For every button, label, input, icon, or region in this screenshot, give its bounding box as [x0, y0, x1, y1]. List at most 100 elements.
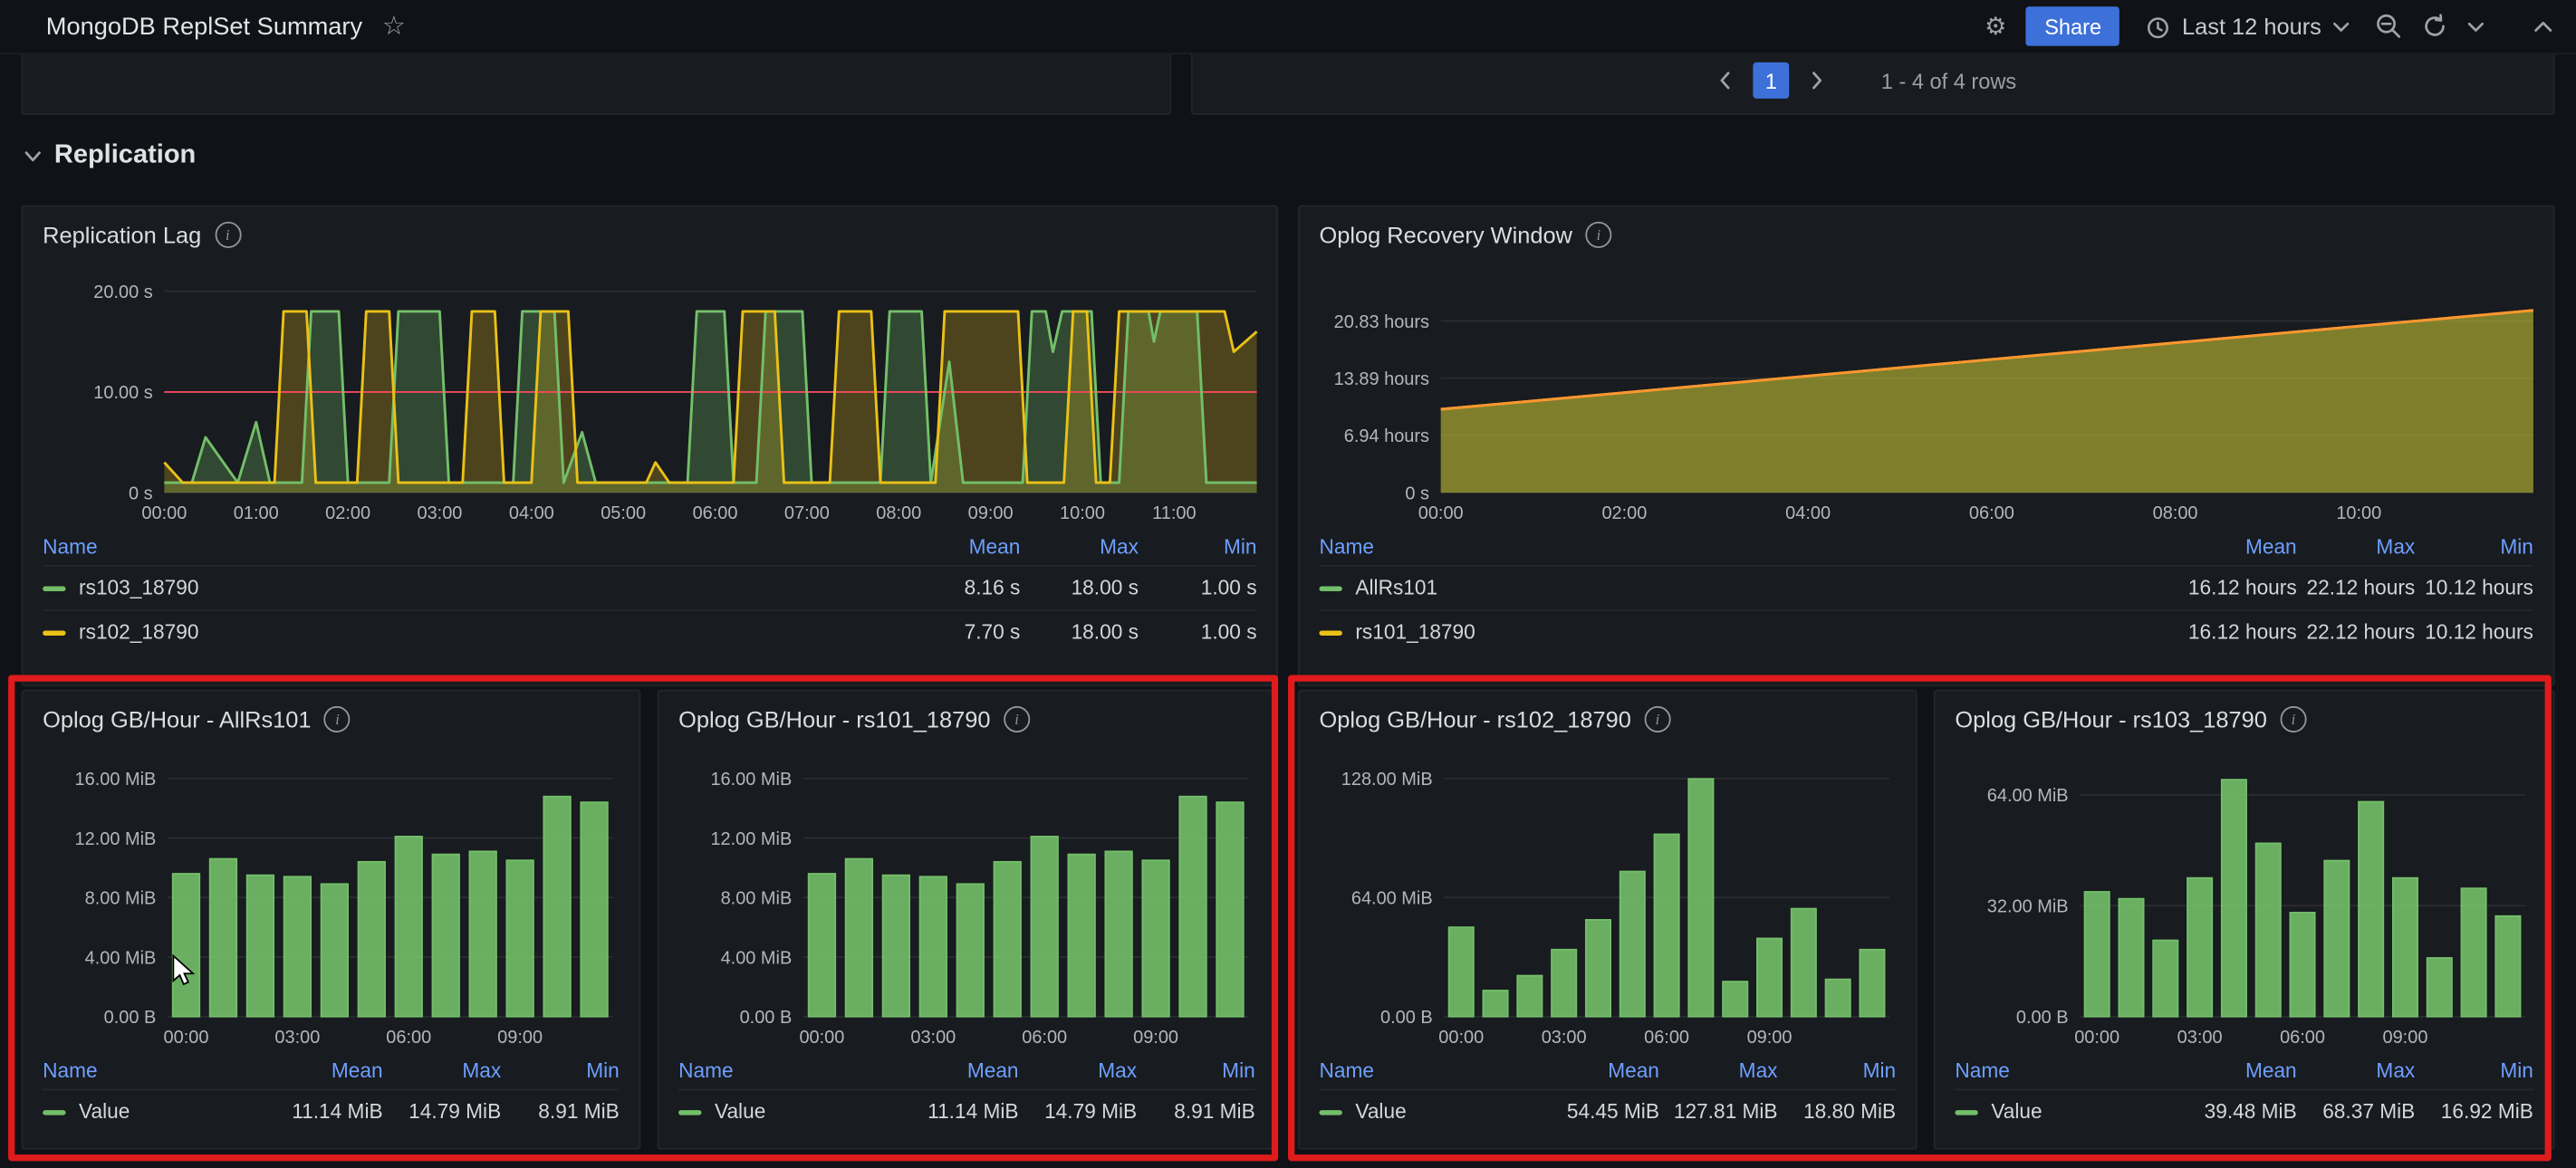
share-button[interactable]: Share	[2026, 6, 2120, 46]
legend-series-toggle[interactable]: AllRs101	[1319, 577, 2178, 599]
series-min: 1.00 s	[1200, 620, 1257, 645]
time-range-picker[interactable]: Last 12 hours	[2139, 14, 2356, 40]
svg-text:04:00: 04:00	[509, 503, 554, 523]
rows-count-label: 1 - 4 of 4 rows	[1880, 68, 2017, 93]
prev-page-button[interactable]	[1710, 62, 1740, 99]
mouse-cursor	[172, 953, 196, 986]
panel-partial-right: 1 1 - 4 of 4 rows	[1191, 53, 2555, 115]
panel-partial-left	[21, 53, 1172, 115]
dashboard-settings-gear-icon[interactable]	[1985, 12, 2006, 42]
svg-text:08:00: 08:00	[2153, 503, 2198, 523]
legend-header-name[interactable]: Name	[1319, 535, 2178, 558]
svg-text:13.89 hours: 13.89 hours	[1334, 369, 1429, 389]
legend: Name Mean Max Min rs103_18790 8.16 s 18.…	[43, 529, 1257, 654]
svg-text:00:00: 00:00	[1418, 503, 1464, 523]
legend-header-row: Name Mean Max Min	[1319, 529, 2533, 565]
legend-header-row: Name Mean Max Min	[43, 529, 1256, 565]
series-mean: 16.12 hours	[2187, 576, 2297, 600]
svg-text:20.83 hours: 20.83 hours	[1334, 312, 1429, 332]
series-mean: 7.70 s	[964, 620, 1021, 645]
panel-replication-lag: Replication Lag 20.00 s 10.00 s 0 s00:00 01…	[21, 205, 1279, 687]
series-color-swatch	[1319, 585, 1342, 591]
series-mean: 8.16 s	[964, 576, 1021, 600]
svg-text:11:00: 11:00	[1152, 503, 1196, 523]
grafana-dashboard: MongoDB ReplSet Summary Share Last 12 ho…	[0, 0, 2576, 1168]
legend-header-mean[interactable]: Mean	[2178, 535, 2297, 558]
series-name: AllRs101	[1355, 576, 1438, 600]
chevron-up-button[interactable]	[2533, 19, 2553, 34]
legend-series-toggle[interactable]: rs103_18790	[43, 577, 902, 599]
svg-text:6.94 hours: 6.94 hours	[1344, 426, 1429, 446]
current-page-button[interactable]: 1	[1753, 62, 1790, 99]
svg-text:01:00: 01:00	[234, 503, 279, 523]
series-color-swatch	[1319, 629, 1342, 636]
svg-text:05:00: 05:00	[601, 503, 646, 523]
panel-oplog-recovery-window: Oplog Recovery Window 20.83 hours 13.89 h…	[1297, 205, 2555, 687]
svg-text:10:00: 10:00	[1060, 503, 1105, 523]
chevron-left-icon	[1720, 72, 1730, 90]
svg-text:20.00 s: 20.00 s	[93, 282, 152, 302]
legend-series-toggle[interactable]: rs101_18790	[1319, 621, 2178, 644]
series-max: 22.12 hours	[2306, 576, 2416, 600]
chevron-down-icon	[2333, 22, 2350, 32]
legend-row: rs101_18790 16.12 hours 22.12 hours 10.1…	[1319, 608, 2533, 654]
svg-text:07:00: 07:00	[784, 503, 830, 523]
chevron-right-icon	[1812, 72, 1822, 90]
series-min: 10.12 hours	[2425, 620, 2533, 645]
dashboard-title: MongoDB ReplSet Summary	[45, 12, 363, 41]
section-collapse-chevron-icon	[24, 151, 41, 162]
svg-text:06:00: 06:00	[1969, 503, 2014, 523]
panel-title: Oplog Recovery Window	[1319, 221, 1572, 248]
series-name: rs101_18790	[1355, 620, 1475, 645]
legend-header-max[interactable]: Max	[1020, 535, 1139, 558]
info-icon[interactable]	[214, 221, 241, 248]
time-range-label: Last 12 hours	[2182, 13, 2321, 40]
svg-text:0 s: 0 s	[1405, 483, 1429, 503]
favorite-star-icon[interactable]	[382, 10, 406, 43]
series-name: rs103_18790	[79, 576, 199, 600]
series-max: 18.00 s	[1071, 620, 1139, 645]
legend-row: AllRs101 16.12 hours 22.12 hours 10.12 h…	[1319, 564, 2533, 609]
svg-text:10:00: 10:00	[2336, 503, 2381, 523]
legend-header-name[interactable]: Name	[43, 535, 902, 558]
info-icon[interactable]	[1585, 221, 1612, 248]
section-title: Replication	[53, 140, 197, 169]
annotation-box-left	[8, 675, 1279, 1162]
legend-series-toggle[interactable]: rs102_18790	[43, 621, 902, 644]
refresh-interval-dropdown-icon[interactable]	[2467, 20, 2485, 34]
series-color-swatch	[43, 585, 66, 591]
series-max: 18.00 s	[1071, 576, 1139, 600]
dashboard-header: MongoDB ReplSet Summary Share Last 12 ho…	[0, 0, 2576, 54]
table-pagination: 1 1 - 4 of 4 rows	[1710, 62, 2016, 99]
series-min: 1.00 s	[1200, 576, 1257, 600]
svg-text:02:00: 02:00	[325, 503, 370, 523]
zoom-out-button[interactable]	[2376, 14, 2402, 40]
series-max: 22.12 hours	[2306, 620, 2416, 645]
svg-text:03:00: 03:00	[418, 503, 463, 523]
svg-text:00:00: 00:00	[141, 503, 187, 523]
svg-text:04:00: 04:00	[1785, 503, 1831, 523]
svg-text:0 s: 0 s	[129, 483, 153, 503]
svg-text:08:00: 08:00	[876, 503, 921, 523]
legend-header-min[interactable]: Min	[2415, 535, 2533, 558]
next-page-button[interactable]	[1802, 62, 1832, 99]
legend-header-mean[interactable]: Mean	[902, 535, 1021, 558]
oplog-recovery-chart[interactable]: 20.83 hours 13.89 hours 6.94 hours 0 s00:00…	[1312, 266, 2543, 526]
legend: Name Mean Max Min AllRs101 16.12 hours 2…	[1319, 529, 2533, 654]
panel-title: Replication Lag	[43, 221, 202, 248]
series-mean: 16.12 hours	[2187, 620, 2297, 645]
svg-text:06:00: 06:00	[693, 503, 738, 523]
replication-lag-chart[interactable]: 20.00 s 10.00 s 0 s00:00 01:00 02:00 03:00 04:…	[36, 266, 1267, 526]
series-color-swatch	[43, 629, 66, 636]
svg-text:02:00: 02:00	[1601, 503, 1647, 523]
svg-text:10.00 s: 10.00 s	[93, 383, 152, 403]
legend-row: rs102_18790 7.70 s 18.00 s 1.00 s	[43, 608, 1257, 654]
series-min: 10.12 hours	[2425, 576, 2533, 600]
refresh-button[interactable]	[2422, 14, 2448, 40]
legend-row: rs103_18790 8.16 s 18.00 s 1.00 s	[43, 564, 1257, 609]
legend-header-max[interactable]: Max	[2297, 535, 2415, 558]
series-name: rs102_18790	[79, 620, 199, 645]
section-row-replication[interactable]: Replication	[23, 141, 196, 171]
svg-text:09:00: 09:00	[968, 503, 1014, 523]
legend-header-min[interactable]: Min	[1139, 535, 1257, 558]
